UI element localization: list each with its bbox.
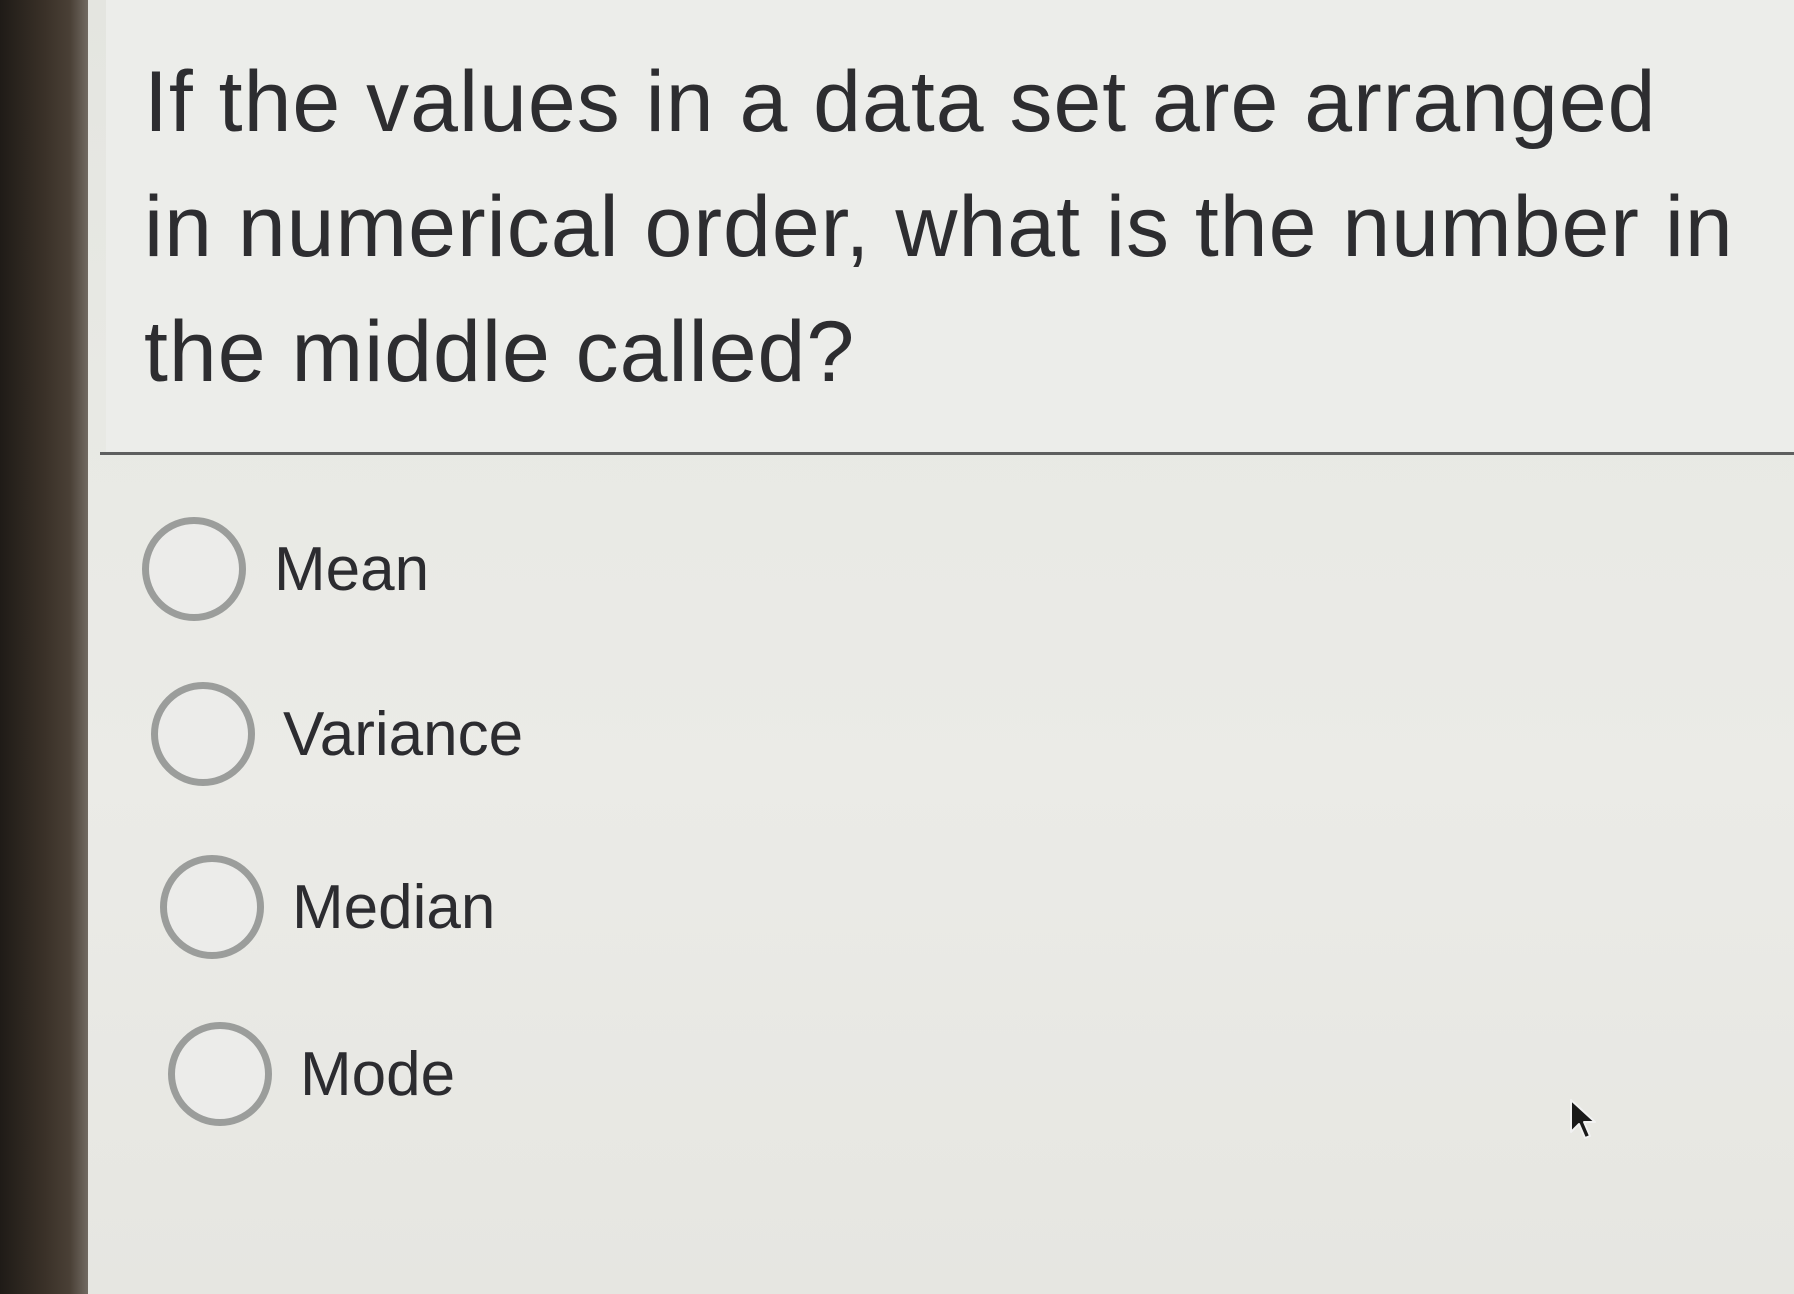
- answer-option-median[interactable]: Median: [160, 852, 495, 962]
- answer-option-label: Variance: [283, 699, 524, 769]
- question-panel: If the values in a data set are arranged…: [106, 0, 1794, 452]
- radio-button-icon[interactable]: [168, 1022, 272, 1126]
- radio-button-icon[interactable]: [160, 855, 264, 959]
- question-text: If the values in a data set are arranged…: [144, 54, 1734, 400]
- radio-button-icon[interactable]: [142, 517, 246, 621]
- answer-option-mode[interactable]: Mode: [168, 1019, 455, 1129]
- mouse-pointer-icon: [1570, 1099, 1596, 1139]
- monitor-bezel: [0, 0, 100, 1294]
- question-divider: [100, 452, 1794, 455]
- answer-option-label: Median: [292, 872, 496, 942]
- answer-option-mean[interactable]: Mean: [142, 514, 429, 624]
- answer-option-variance[interactable]: Variance: [151, 679, 523, 789]
- answer-option-label: Mode: [300, 1039, 456, 1109]
- radio-button-icon[interactable]: [151, 682, 255, 786]
- answer-option-label: Mean: [274, 534, 430, 604]
